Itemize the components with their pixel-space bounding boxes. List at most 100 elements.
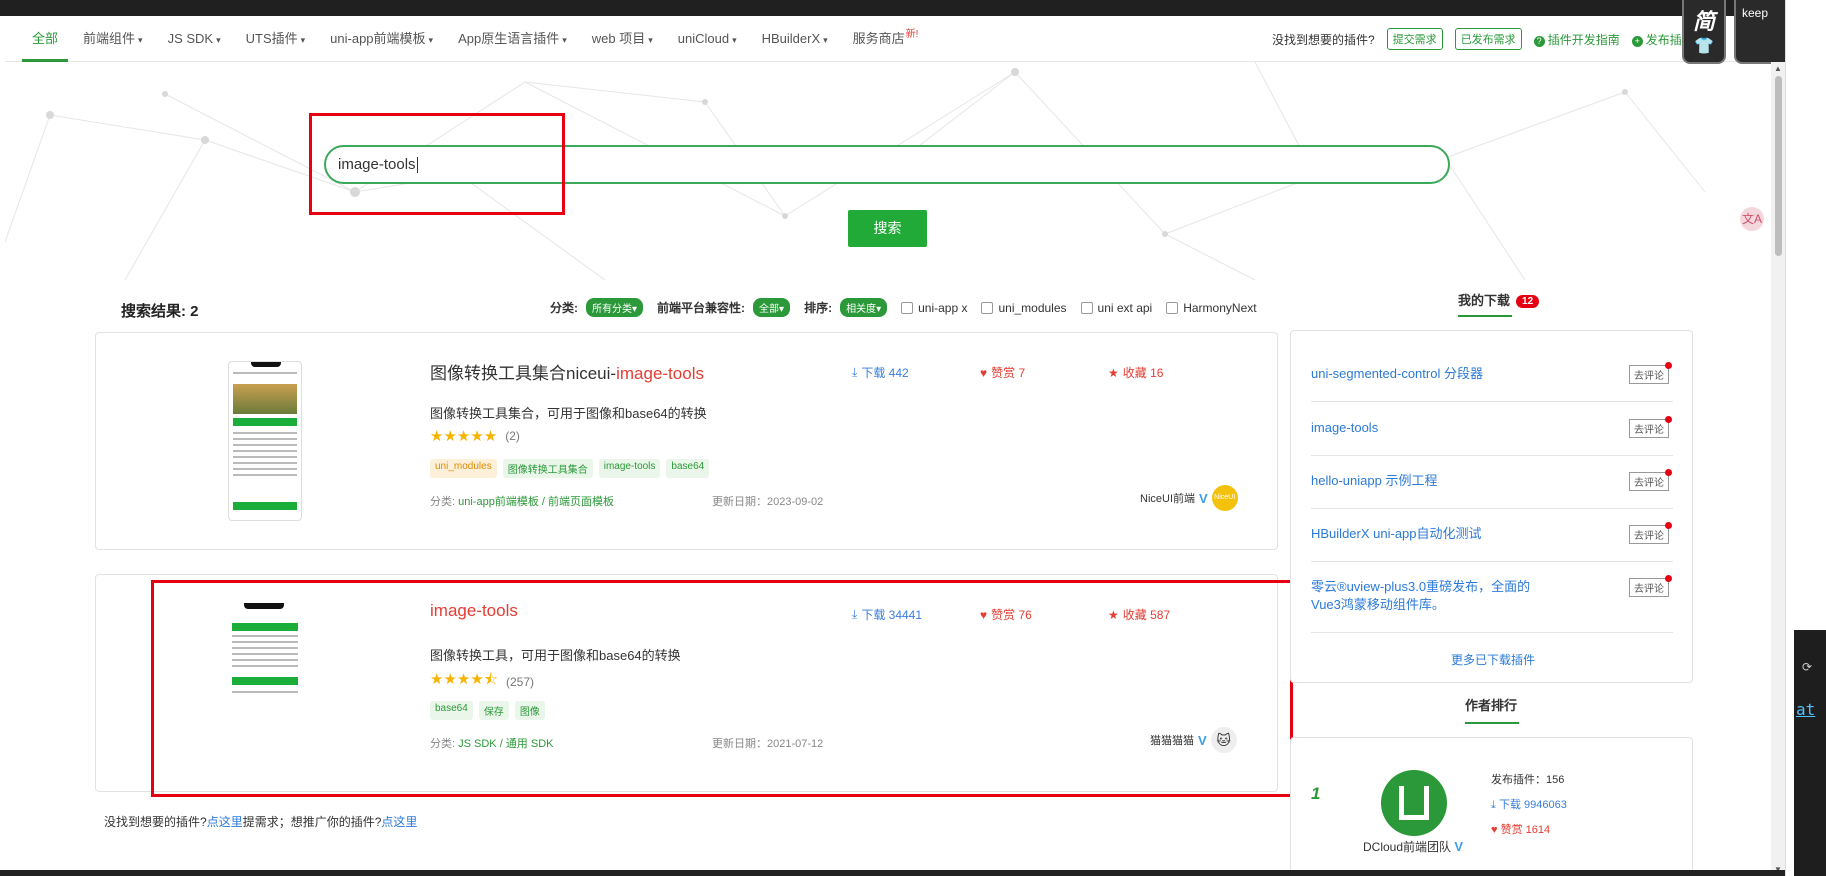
tab-author-ranking[interactable]: 作者排行: [1465, 695, 1517, 714]
submit-request-button[interactable]: 提交需求: [1386, 28, 1443, 50]
nav-item-js-sdk[interactable]: JS SDK ▾: [168, 16, 221, 62]
tag-list: uni_modules 图像转换工具集合 image-tools base64: [430, 459, 710, 478]
more-downloads-link[interactable]: 更多已下载插件: [1451, 651, 1535, 668]
author-likes: ♥ 赞赏 1614: [1491, 818, 1567, 843]
checkbox-box[interactable]: [901, 301, 914, 314]
checkbox-uni-ext-api[interactable]: uni ext api: [1080, 300, 1153, 315]
plugin-title[interactable]: 图像转换工具集合niceui-image-tools: [430, 359, 704, 384]
scroll-up-icon[interactable]: ▲: [1774, 64, 1782, 73]
nav-item-hbuilderx[interactable]: HBuilderX ▾: [762, 16, 828, 62]
nav-item-frontend-components[interactable]: 前端组件 ▾: [83, 16, 143, 62]
review-button[interactable]: 去评论: [1629, 362, 1672, 384]
translate-icon[interactable]: 文A: [1740, 207, 1764, 231]
page-scrollbar[interactable]: ▲ ▼: [1771, 62, 1785, 876]
search-button[interactable]: 搜索: [848, 210, 927, 247]
tag[interactable]: base64: [666, 459, 710, 478]
tab-my-downloads[interactable]: 我的下载 12: [1458, 290, 1540, 309]
heart-icon: ♥: [1491, 824, 1498, 836]
request-link[interactable]: 点这里: [207, 815, 243, 829]
checkbox-box[interactable]: [981, 301, 994, 314]
footer-text: 没找到想要的插件?: [104, 815, 207, 829]
nav-item-uniapp-templates[interactable]: uni-app前端模板 ▾: [330, 16, 433, 62]
tab-underline: [1465, 722, 1519, 724]
checkbox-box[interactable]: [1080, 301, 1093, 314]
dcloud-logo[interactable]: [1381, 770, 1447, 836]
nav-item-web-projects[interactable]: web 项目 ▾: [592, 16, 653, 62]
tab-underline: [1458, 315, 1512, 317]
scrollbar-thumb[interactable]: [1775, 76, 1782, 256]
nav-label: uniCloud: [677, 31, 730, 46]
heart-icon: ♥: [980, 365, 988, 380]
ime-widget-simplified[interactable]: 简 👕: [1682, 0, 1726, 64]
phone-notch: [251, 362, 281, 367]
rating-stars: ★★★★★ (2): [430, 427, 520, 445]
annotation-box-result: [151, 580, 1293, 797]
plugin-thumbnail[interactable]: [228, 361, 302, 521]
checkbox-uni-modules[interactable]: uni_modules: [981, 301, 1067, 315]
dev-guide-label: 插件开发指南: [1547, 32, 1620, 47]
author-name[interactable]: DCloud前端团队 V: [1363, 838, 1463, 855]
nav-item-uts-plugins[interactable]: UTS插件 ▾: [246, 16, 306, 62]
list-item: image-tools 去评论: [1311, 416, 1673, 456]
download-item-link[interactable]: hello-uniapp 示例工程: [1311, 473, 1437, 488]
category-filter-value: 所有分类: [592, 304, 632, 315]
shirt-icon: 👕: [1694, 38, 1714, 55]
nav-item-all[interactable]: 全部: [21, 16, 69, 62]
thumb-line: [233, 474, 297, 476]
author-downloads-label: 下载 9946063: [1498, 799, 1567, 811]
thumb-line: [233, 372, 297, 374]
published-requests-button[interactable]: 已发布需求: [1454, 28, 1522, 50]
sort-label: 排序:: [804, 301, 833, 315]
nav-label: web 项目: [591, 31, 646, 46]
ime-simplified-glyph: 简: [1692, 9, 1715, 35]
thumb-line: [233, 438, 297, 440]
sort-dropdown[interactable]: 相关度▾: [840, 298, 888, 317]
download-item-link[interactable]: HBuilderX uni-app自动化测试: [1311, 526, 1482, 541]
download-item-link[interactable]: uni-segmented-control 分段器: [1311, 366, 1483, 381]
review-button[interactable]: 去评论: [1629, 416, 1672, 438]
download-icon: ⤓: [852, 365, 858, 379]
nav-item-unicloud[interactable]: uniCloud ▾: [678, 16, 737, 62]
promote-link[interactable]: 点这里: [381, 815, 417, 829]
count-badge: 12: [1516, 295, 1540, 308]
verified-icon: V: [1199, 490, 1208, 506]
review-button[interactable]: 去评论: [1629, 522, 1672, 544]
download-count: ⤓ 下载 442: [852, 364, 909, 381]
tag[interactable]: image-tools: [598, 459, 661, 478]
verified-icon: V: [1454, 839, 1464, 854]
review-button[interactable]: 去评论: [1629, 575, 1672, 597]
nav-label: HBuilderX: [761, 31, 821, 46]
category-filter-dropdown[interactable]: 所有分类▾: [586, 298, 644, 317]
review-button[interactable]: 去评论: [1629, 469, 1672, 491]
tag[interactable]: uni_modules: [430, 459, 497, 478]
plugin-card[interactable]: 图像转换工具集合niceui-image-tools ⤓ 下载 442 ♥ 赞赏 7…: [95, 332, 1278, 550]
nav-item-service-store[interactable]: 服务商店新!: [853, 16, 919, 62]
plugin-author[interactable]: NiceUI前端 V NiceUI: [1140, 485, 1238, 511]
footer-text: 提需求；想推广你的插件?: [242, 815, 382, 829]
checkbox-box[interactable]: [1166, 301, 1179, 314]
favorite-count: ★ 收藏 16: [1108, 364, 1163, 381]
download-item-link[interactable]: 零云®uview-plus3.0重磅发布，全面的Vue3鸿蒙移动组件库。: [1311, 578, 1551, 614]
chevron-down-icon: ▾: [300, 35, 306, 45]
platform-filter-dropdown[interactable]: 全部▾: [753, 298, 791, 317]
nav-item-native-plugins[interactable]: App原生语言插件 ▾: [458, 16, 567, 62]
author-downloads: ⤓ 下载 9946063: [1491, 793, 1567, 818]
checkbox-label: HarmonyNext: [1183, 300, 1257, 315]
author-stats: 发布插件：156 ⤓ 下载 9946063 ♥ 赞赏 1614: [1491, 768, 1567, 843]
refresh-icon[interactable]: ⟳: [1802, 660, 1812, 674]
nav-label: uni-app前端模板: [330, 31, 426, 46]
download-icon: ⤓: [1491, 799, 1496, 811]
checkbox-harmony-next[interactable]: HarmonyNext: [1166, 300, 1257, 315]
checkbox-uniapp-x[interactable]: uni-app x: [901, 301, 967, 315]
devtools-text[interactable]: at: [1796, 700, 1815, 719]
download-item-link[interactable]: image-tools: [1311, 420, 1378, 435]
category-link[interactable]: uni-app前端模板 / 前端页面模板: [458, 496, 614, 508]
dev-guide-link[interactable]: ? 插件开发指南: [1533, 31, 1620, 48]
plugin-category: 分类: uni-app前端模板 / 前端页面模板: [430, 493, 614, 509]
checkbox-label: uni-app x: [918, 300, 968, 315]
checkbox-label: uni ext api: [1097, 300, 1153, 315]
like-count: ♥ 赞赏 7: [980, 364, 1025, 381]
tag[interactable]: 图像转换工具集合: [502, 459, 593, 478]
avatar: NiceUI: [1211, 485, 1238, 511]
plus-circle-icon: +: [1631, 35, 1643, 47]
